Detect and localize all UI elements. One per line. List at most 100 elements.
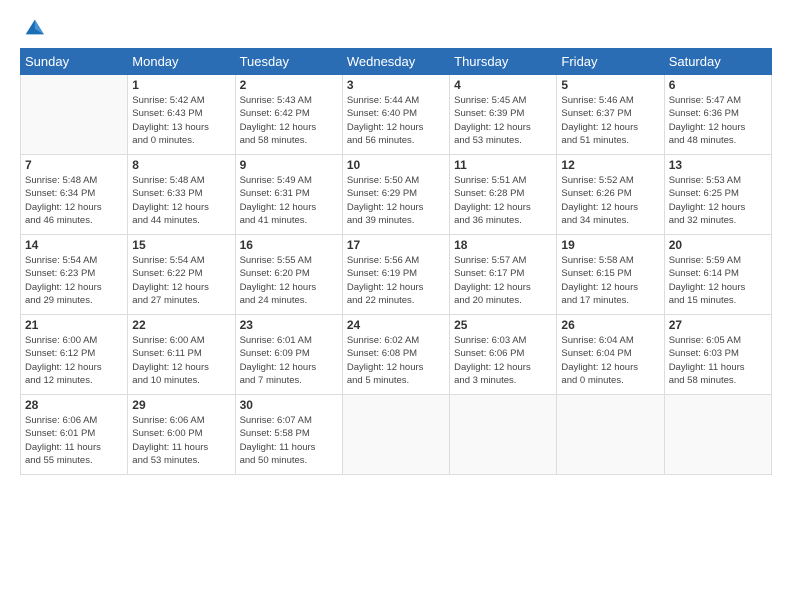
day-info: Sunrise: 5:52 AMSunset: 6:26 PMDaylight:…	[561, 174, 659, 227]
calendar-cell: 18Sunrise: 5:57 AMSunset: 6:17 PMDayligh…	[450, 235, 557, 315]
day-number: 29	[132, 398, 230, 412]
day-number: 27	[669, 318, 767, 332]
calendar-cell: 8 Sunrise: 5:48 AMSunset: 6:33 PMDaylight…	[128, 155, 235, 235]
day-number: 14	[25, 238, 123, 252]
calendar-cell: 9 Sunrise: 5:49 AMSunset: 6:31 PMDaylight…	[235, 155, 342, 235]
day-number: 6	[669, 78, 767, 92]
calendar-week-4: 28 Sunrise: 6:06 AMSunset: 6:01 PMDayligh…	[21, 395, 772, 475]
day-info: Sunrise: 5:46 AMSunset: 6:37 PMDaylight:…	[561, 94, 659, 147]
calendar-cell: 7 Sunrise: 5:48 AMSunset: 6:34 PMDaylight…	[21, 155, 128, 235]
calendar-cell	[450, 395, 557, 475]
calendar-cell: 3 Sunrise: 5:44 AMSunset: 6:40 PMDaylight…	[342, 75, 449, 155]
day-info: Sunrise: 6:03 AMSunset: 6:06 PMDaylight:…	[454, 334, 552, 387]
day-number: 1	[132, 78, 230, 92]
day-number: 20	[669, 238, 767, 252]
weekday-header-sunday: Sunday	[21, 49, 128, 75]
day-number: 9	[240, 158, 338, 172]
day-info: Sunrise: 5:48 AMSunset: 6:34 PMDaylight:…	[25, 174, 123, 227]
calendar-cell: 24 Sunrise: 6:02 AMSunset: 6:08 PMDayligh…	[342, 315, 449, 395]
day-info: Sunrise: 5:55 AMSunset: 6:20 PMDaylight:…	[240, 254, 338, 307]
day-info: Sunrise: 5:59 AMSunset: 6:14 PMDaylight:…	[669, 254, 767, 307]
day-info: Sunrise: 5:44 AMSunset: 6:40 PMDaylight:…	[347, 94, 445, 147]
calendar-cell: 19 Sunrise: 5:58 AMSunset: 6:15 PMDayligh…	[557, 235, 664, 315]
calendar-cell: 11 Sunrise: 5:51 AMSunset: 6:28 PMDayligh…	[450, 155, 557, 235]
calendar-cell	[342, 395, 449, 475]
calendar-cell: 25Sunrise: 6:03 AMSunset: 6:06 PMDayligh…	[450, 315, 557, 395]
weekday-header-tuesday: Tuesday	[235, 49, 342, 75]
day-info: Sunrise: 6:05 AMSunset: 6:03 PMDaylight:…	[669, 334, 767, 387]
day-number: 21	[25, 318, 123, 332]
calendar-cell: 26 Sunrise: 6:04 AMSunset: 6:04 PMDayligh…	[557, 315, 664, 395]
day-info: Sunrise: 6:02 AMSunset: 6:08 PMDaylight:…	[347, 334, 445, 387]
day-number: 12	[561, 158, 659, 172]
weekday-header-friday: Friday	[557, 49, 664, 75]
calendar-cell: 13 Sunrise: 5:53 AMSunset: 6:25 PMDayligh…	[664, 155, 771, 235]
weekday-header-row: SundayMondayTuesdayWednesdayThursdayFrid…	[21, 49, 772, 75]
weekday-header-wednesday: Wednesday	[342, 49, 449, 75]
day-info: Sunrise: 5:53 AMSunset: 6:25 PMDaylight:…	[669, 174, 767, 227]
calendar-cell: 17 Sunrise: 5:56 AMSunset: 6:19 PMDayligh…	[342, 235, 449, 315]
day-number: 4	[454, 78, 552, 92]
day-info: Sunrise: 6:00 AMSunset: 6:12 PMDaylight:…	[25, 334, 123, 387]
day-info: Sunrise: 5:58 AMSunset: 6:15 PMDaylight:…	[561, 254, 659, 307]
day-info: Sunrise: 6:06 AMSunset: 6:01 PMDaylight:…	[25, 414, 123, 467]
calendar-cell: 16Sunrise: 5:55 AMSunset: 6:20 PMDayligh…	[235, 235, 342, 315]
day-number: 24	[347, 318, 445, 332]
calendar-cell: 5 Sunrise: 5:46 AMSunset: 6:37 PMDaylight…	[557, 75, 664, 155]
page: SundayMondayTuesdayWednesdayThursdayFrid…	[0, 0, 792, 612]
day-number: 11	[454, 158, 552, 172]
day-info: Sunrise: 5:47 AMSunset: 6:36 PMDaylight:…	[669, 94, 767, 147]
calendar-cell: 15 Sunrise: 5:54 AMSunset: 6:22 PMDayligh…	[128, 235, 235, 315]
day-info: Sunrise: 6:07 AMSunset: 5:58 PMDaylight:…	[240, 414, 338, 467]
day-info: Sunrise: 6:00 AMSunset: 6:11 PMDaylight:…	[132, 334, 230, 387]
calendar-cell: 14Sunrise: 5:54 AMSunset: 6:23 PMDayligh…	[21, 235, 128, 315]
logo	[20, 16, 44, 38]
day-info: Sunrise: 6:04 AMSunset: 6:04 PMDaylight:…	[561, 334, 659, 387]
day-info: Sunrise: 6:01 AMSunset: 6:09 PMDaylight:…	[240, 334, 338, 387]
calendar-cell: 10 Sunrise: 5:50 AMSunset: 6:29 PMDayligh…	[342, 155, 449, 235]
day-info: Sunrise: 5:49 AMSunset: 6:31 PMDaylight:…	[240, 174, 338, 227]
day-number: 13	[669, 158, 767, 172]
calendar-week-3: 21 Sunrise: 6:00 AMSunset: 6:12 PMDayligh…	[21, 315, 772, 395]
calendar-week-0: 1Sunrise: 5:42 AMSunset: 6:43 PMDaylight…	[21, 75, 772, 155]
calendar-cell: 30 Sunrise: 6:07 AMSunset: 5:58 PMDayligh…	[235, 395, 342, 475]
day-number: 19	[561, 238, 659, 252]
day-info: Sunrise: 5:51 AMSunset: 6:28 PMDaylight:…	[454, 174, 552, 227]
calendar-cell: 2 Sunrise: 5:43 AMSunset: 6:42 PMDaylight…	[235, 75, 342, 155]
day-info: Sunrise: 6:06 AMSunset: 6:00 PMDaylight:…	[132, 414, 230, 467]
day-info: Sunrise: 5:43 AMSunset: 6:42 PMDaylight:…	[240, 94, 338, 147]
calendar-cell: 1Sunrise: 5:42 AMSunset: 6:43 PMDaylight…	[128, 75, 235, 155]
calendar-cell: 4 Sunrise: 5:45 AMSunset: 6:39 PMDaylight…	[450, 75, 557, 155]
weekday-header-thursday: Thursday	[450, 49, 557, 75]
day-number: 18	[454, 238, 552, 252]
day-number: 17	[347, 238, 445, 252]
calendar-cell: 21 Sunrise: 6:00 AMSunset: 6:12 PMDayligh…	[21, 315, 128, 395]
day-info: Sunrise: 5:48 AMSunset: 6:33 PMDaylight:…	[132, 174, 230, 227]
day-info: Sunrise: 5:54 AMSunset: 6:22 PMDaylight:…	[132, 254, 230, 307]
day-info: Sunrise: 5:56 AMSunset: 6:19 PMDaylight:…	[347, 254, 445, 307]
calendar-cell	[21, 75, 128, 155]
day-number: 3	[347, 78, 445, 92]
calendar-cell: 6 Sunrise: 5:47 AMSunset: 6:36 PMDaylight…	[664, 75, 771, 155]
calendar-cell: 23 Sunrise: 6:01 AMSunset: 6:09 PMDayligh…	[235, 315, 342, 395]
day-number: 8	[132, 158, 230, 172]
calendar-week-1: 7 Sunrise: 5:48 AMSunset: 6:34 PMDaylight…	[21, 155, 772, 235]
day-number: 26	[561, 318, 659, 332]
logo-icon	[22, 16, 44, 38]
calendar-cell: 28 Sunrise: 6:06 AMSunset: 6:01 PMDayligh…	[21, 395, 128, 475]
day-number: 28	[25, 398, 123, 412]
day-info: Sunrise: 5:45 AMSunset: 6:39 PMDaylight:…	[454, 94, 552, 147]
day-number: 30	[240, 398, 338, 412]
day-number: 22	[132, 318, 230, 332]
calendar-cell: 29 Sunrise: 6:06 AMSunset: 6:00 PMDayligh…	[128, 395, 235, 475]
header	[20, 16, 772, 38]
calendar-week-2: 14Sunrise: 5:54 AMSunset: 6:23 PMDayligh…	[21, 235, 772, 315]
calendar-cell: 22 Sunrise: 6:00 AMSunset: 6:11 PMDayligh…	[128, 315, 235, 395]
day-info: Sunrise: 5:50 AMSunset: 6:29 PMDaylight:…	[347, 174, 445, 227]
day-number: 23	[240, 318, 338, 332]
day-number: 7	[25, 158, 123, 172]
day-number: 15	[132, 238, 230, 252]
day-number: 10	[347, 158, 445, 172]
day-number: 2	[240, 78, 338, 92]
day-number: 5	[561, 78, 659, 92]
